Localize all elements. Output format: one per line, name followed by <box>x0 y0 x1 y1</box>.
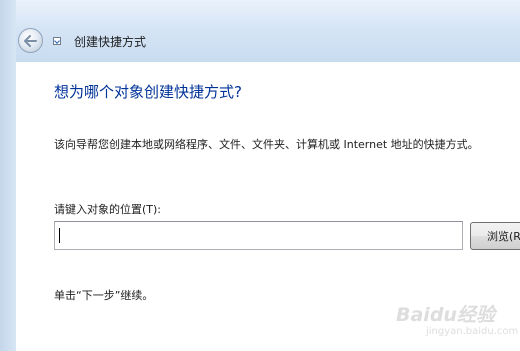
window-left-frame <box>0 0 16 351</box>
back-arrow-icon <box>24 34 37 47</box>
title-bar: 创建快捷方式 <box>0 0 520 351</box>
wizard-content: 想为哪个对象创建快捷方式? 该向导帮您创建本地或网络程序、文件、文件夹、计算机或… <box>16 62 520 351</box>
back-button[interactable] <box>18 28 43 53</box>
next-step-hint: 单击“下一步”继续。 <box>54 289 154 302</box>
window-title: 创建快捷方式 <box>74 35 147 49</box>
wizard-description: 该向导帮您创建本地或网络程序、文件、文件夹、计算机或 Internet 地址的快… <box>54 138 479 151</box>
page-heading: 想为哪个对象创建快捷方式? <box>54 83 242 101</box>
shortcut-app-icon <box>53 37 61 45</box>
text-caret <box>59 228 60 243</box>
location-input[interactable] <box>54 221 463 250</box>
browse-button[interactable]: 浏览(R)... <box>470 222 520 250</box>
location-label: 请键入对象的位置(T): <box>54 203 162 216</box>
